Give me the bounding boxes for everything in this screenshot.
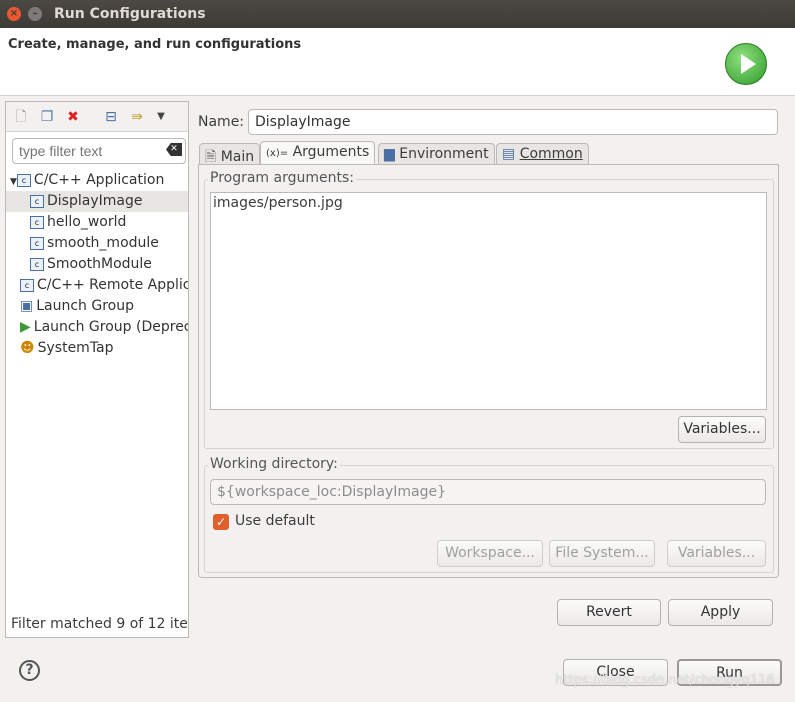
working-directory-label: Working directory: <box>208 456 340 472</box>
environment-tab-icon: ▆ <box>384 146 395 162</box>
main-tab-icon: 🗎 <box>205 149 217 165</box>
collapse-all-icon[interactable]: ⊟ <box>102 108 120 126</box>
filter-input[interactable] <box>12 138 186 164</box>
c-app-icon: c <box>30 214 47 230</box>
duplicate-icon[interactable]: ❐ <box>38 108 56 126</box>
delete-icon[interactable]: ✖ <box>64 108 82 126</box>
name-input[interactable] <box>248 109 778 135</box>
tree-item-label: C/C++ Remote Application <box>37 277 188 293</box>
tree-item[interactable]: c smooth_module <box>6 233 188 254</box>
common-tab-icon: ▤ <box>502 146 516 162</box>
workspace-button[interactable]: Workspace... <box>437 540 543 567</box>
name-label: Name: <box>198 114 245 130</box>
c-app-icon: c <box>30 193 47 209</box>
variables-button-2[interactable]: Variables... <box>667 540 766 567</box>
tree-item[interactable]: ▶Launch Group (Deprecated) <box>6 317 188 338</box>
tree-item-label: SmoothModule <box>47 256 152 272</box>
tree-item-label: SystemTap <box>37 340 114 356</box>
tree-item[interactable]: ☻ SystemTap <box>6 338 188 359</box>
arguments-tab-icon: (x)= <box>266 148 289 159</box>
help-icon[interactable]: ? <box>19 660 40 681</box>
tree-item-label: hello_world <box>47 214 127 230</box>
tree-item[interactable]: c SmoothModule <box>6 254 188 275</box>
c-app-icon: c <box>16 172 34 188</box>
c-app-icon: c <box>30 256 47 272</box>
working-directory-input[interactable] <box>210 479 766 505</box>
configuration-editor: Name: 🗎 Main (x)= Arguments ▆ Environmen… <box>192 101 790 638</box>
tree-toolbar: 🗋 ❐ ✖ ⊟ ⇛ ▼ <box>6 102 188 132</box>
play-icon: ▶ <box>20 319 31 335</box>
tab-label: Main <box>220 149 255 165</box>
systemtap-icon: ☻ <box>20 340 35 356</box>
c-app-icon: c <box>30 235 47 251</box>
close-window-button[interactable]: × <box>7 7 21 21</box>
tab-environment[interactable]: ▆ Environment <box>378 143 495 165</box>
tree-item[interactable]: ▼ c C/C++ Application <box>6 170 188 191</box>
c-app-icon: c <box>20 277 37 293</box>
arguments-panel: Program arguments: images/person.jpg Var… <box>198 164 779 578</box>
tab-label: Common <box>519 146 583 162</box>
dialog-header: Create, manage, and run configurations <box>0 28 795 96</box>
tab-arguments[interactable]: (x)= Arguments <box>260 141 376 165</box>
tree-item-label: smooth_module <box>47 235 159 251</box>
use-default-checkbox[interactable]: ✓ <box>213 514 229 530</box>
program-arguments-label: Program arguments: <box>208 170 356 186</box>
program-arguments-textarea[interactable]: images/person.jpg <box>210 192 767 410</box>
launch-group-icon: ▣ <box>20 298 34 314</box>
configuration-tree-pane: 🗋 ❐ ✖ ⊟ ⇛ ▼ ✕ ▼cC/C++ ApplicationcDispla… <box>5 101 189 638</box>
tree-item[interactable]: cC/C++ Remote Application <box>6 275 188 296</box>
window-title: Run Configurations <box>54 6 206 22</box>
tree-item-label: Launch Group <box>36 298 135 314</box>
tree-item[interactable]: c DisplayImage <box>6 191 188 212</box>
new-configuration-icon[interactable]: 🗋 <box>12 108 30 126</box>
tab-common[interactable]: ▤ Common <box>496 143 589 165</box>
file-system-button[interactable]: File System... <box>549 540 655 567</box>
expand-arrow-icon[interactable]: ▼ <box>10 177 17 187</box>
variables-button[interactable]: Variables... <box>678 416 766 443</box>
header-title: Create, manage, and run configurations <box>8 37 302 52</box>
tree-item-label: Launch Group (Deprecated) <box>33 319 188 335</box>
tree-item[interactable]: c hello_world <box>6 212 188 233</box>
watermark: https://blog.csdn.net/chongyq116 <box>555 673 775 688</box>
view-menu-chevron-down-icon[interactable]: ▼ <box>152 108 170 126</box>
run-icon <box>725 43 767 85</box>
title-bar: × – Run Configurations <box>0 0 795 28</box>
tab-label: Environment <box>399 146 489 162</box>
use-default-label: Use default <box>235 513 315 529</box>
tree-item-label: DisplayImage <box>47 193 143 209</box>
tree-item[interactable]: ▣ Launch Group <box>6 296 188 317</box>
tree-item-label: C/C++ Application <box>33 172 165 188</box>
tab-label: Arguments <box>292 144 370 160</box>
filter-status: Filter matched 9 of 12 items <box>11 616 187 632</box>
apply-button[interactable]: Apply <box>668 599 773 626</box>
tab-main[interactable]: 🗎 Main <box>199 143 261 165</box>
filter-icon[interactable]: ⇛ <box>128 108 146 126</box>
revert-button[interactable]: Revert <box>557 599 661 626</box>
minimize-window-button[interactable]: – <box>28 7 42 21</box>
